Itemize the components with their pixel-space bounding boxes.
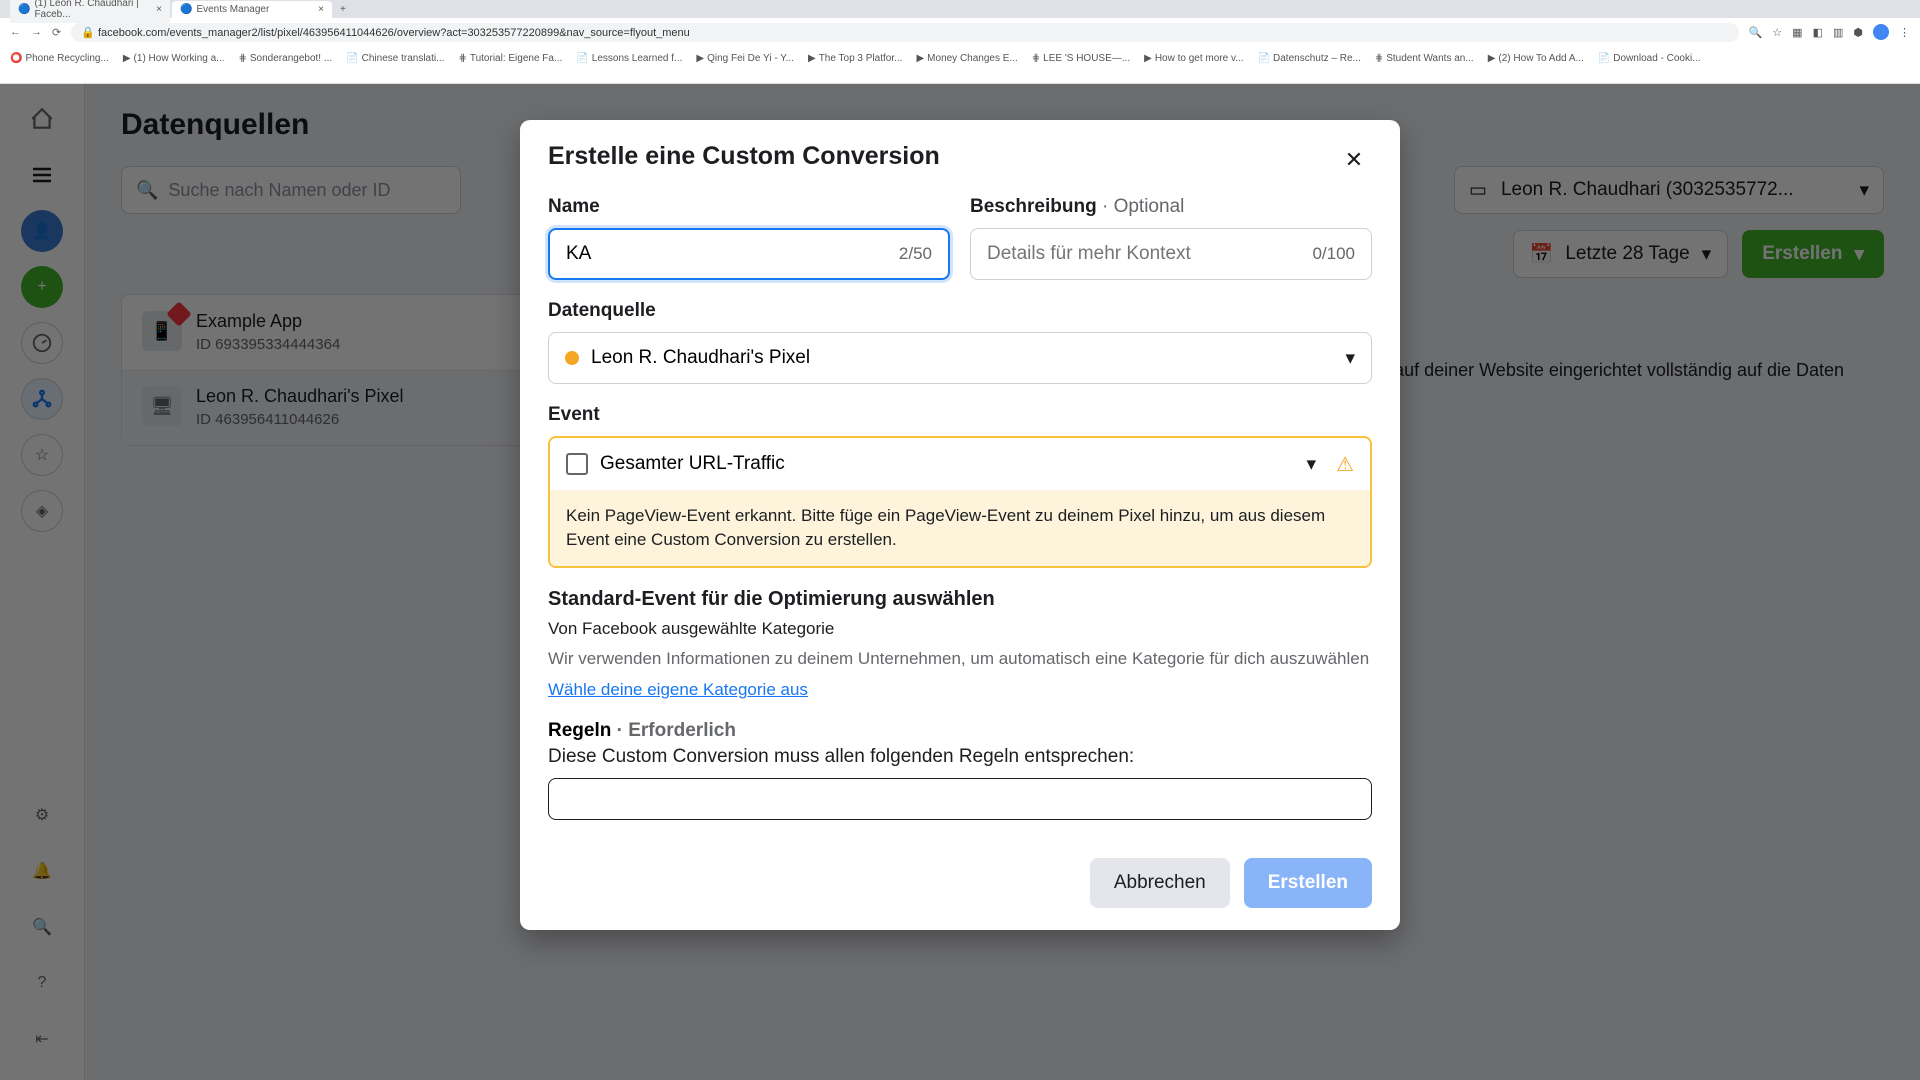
bookmark-item[interactable]: ▶ The Top 3 Platfor... <box>808 53 902 64</box>
forward-icon[interactable]: → <box>31 26 42 39</box>
star-icon[interactable]: ☆ <box>1772 26 1782 39</box>
tab-favicon: 🔵 <box>180 4 192 15</box>
modal-overlay: Erstelle eine Custom Conversion ✕ Name 2… <box>0 84 1920 1080</box>
bookmark-item[interactable]: ⋕ Student Wants an... <box>1375 53 1474 64</box>
bookmark-item[interactable]: ▶ (2) How To Add A... <box>1488 53 1584 64</box>
close-button[interactable]: ✕ <box>1336 142 1372 178</box>
back-icon[interactable]: ← <box>10 26 21 39</box>
bookmark-item[interactable]: ⋕ Sonderangebot! ... <box>239 53 333 64</box>
zoom-icon[interactable]: 🔍 <box>1749 26 1763 39</box>
event-selector[interactable]: Gesamter URL-Traffic ▾ ⚠ <box>550 438 1370 490</box>
event-value: Gesamter URL-Traffic <box>600 453 785 475</box>
desc-field[interactable] <box>987 243 1312 265</box>
extension-icon[interactable]: ◧ <box>1813 26 1823 39</box>
browser-tab-active[interactable]: 🔵 Events Manager × <box>172 1 332 18</box>
name-counter: 2/50 <box>899 244 932 264</box>
source-value: Leon R. Chaudhari's Pixel <box>591 347 810 369</box>
tab-favicon: 🔵 <box>18 4 30 15</box>
browser-tab[interactable]: 🔵 (1) Leon R. Chaudhari | Faceb... × <box>10 0 170 23</box>
optimization-title: Standard-Event für die Optimierung auswä… <box>548 588 1372 611</box>
create-button[interactable]: Erstellen <box>1244 858 1372 908</box>
bookmark-item[interactable]: 📄 Lessons Learned f... <box>576 53 682 64</box>
warning-icon: ⚠ <box>1336 452 1354 477</box>
rules-desc: Diese Custom Conversion muss allen folge… <box>548 746 1372 768</box>
profile-icon[interactable] <box>1873 24 1889 40</box>
app-content: 👤 + ☆ ◈ ⚙ 🔔 🔍 ? ⇤ Datenquellen 🔍 Suche n… <box>0 84 1920 1080</box>
facebook-icon[interactable]: ▦ <box>1792 26 1802 39</box>
optimization-subtitle: Von Facebook ausgewählte Kategorie <box>548 619 1372 639</box>
tab-title: (1) Leon R. Chaudhari | Faceb... <box>34 0 152 20</box>
optimization-desc: Wir verwenden Informationen zu deinem Un… <box>548 647 1372 671</box>
extension-icon[interactable]: ▥ <box>1833 26 1843 39</box>
bookmark-item[interactable]: 📄 Datenschutz – Re... <box>1258 53 1361 64</box>
rules-container[interactable] <box>548 778 1372 820</box>
extension-icon[interactable]: ⬢ <box>1853 26 1863 39</box>
close-icon[interactable]: × <box>318 4 324 15</box>
desc-counter: 0/100 <box>1312 244 1355 264</box>
bookmark-item[interactable]: ▶ How to get more v... <box>1144 53 1243 64</box>
rules-label: Regeln · Erforderlich <box>548 720 1372 742</box>
reload-icon[interactable]: ⟳ <box>52 26 61 39</box>
name-input[interactable]: 2/50 <box>548 228 950 280</box>
tab-bar: 🔵 (1) Leon R. Chaudhari | Faceb... × 🔵 E… <box>0 0 1920 18</box>
event-label: Event <box>548 404 1372 426</box>
browser-chrome: 🔵 (1) Leon R. Chaudhari | Faceb... × 🔵 E… <box>0 0 1920 84</box>
bookmark-bar: ⭕ Phone Recycling... ▶ (1) How Working a… <box>0 46 1920 70</box>
chevron-down-icon: ▾ <box>1307 453 1317 476</box>
menu-icon[interactable]: ⋮ <box>1899 26 1910 39</box>
modal-title: Erstelle eine Custom Conversion <box>548 142 940 178</box>
custom-conversion-modal: Erstelle eine Custom Conversion ✕ Name 2… <box>520 120 1400 930</box>
url-input[interactable]: 🔒 facebook.com/events_manager2/list/pixe… <box>71 23 1738 42</box>
url-text: facebook.com/events_manager2/list/pixel/… <box>98 27 690 39</box>
bookmark-item[interactable]: ⋕ Tutorial: Eigene Fa... <box>458 53 562 64</box>
desc-label: Beschreibung · Optional <box>970 196 1372 218</box>
event-warning: Kein PageView-Event erkannt. Bitte füge … <box>550 490 1370 566</box>
event-icon <box>566 453 588 475</box>
bookmark-item[interactable]: ▶ (1) How Working a... <box>123 53 225 64</box>
cancel-button[interactable]: Abbrechen <box>1090 858 1230 908</box>
address-bar: ← → ⟳ 🔒 facebook.com/events_manager2/lis… <box>0 18 1920 46</box>
bookmark-item[interactable]: ⭕ Phone Recycling... <box>10 53 109 64</box>
desc-input[interactable]: 0/100 <box>970 228 1372 280</box>
choose-category-link[interactable]: Wähle deine eigene Kategorie aus <box>548 680 808 699</box>
status-dot-icon <box>565 351 579 365</box>
close-icon[interactable]: × <box>156 4 162 15</box>
tab-title: Events Manager <box>196 4 269 15</box>
bookmark-item[interactable]: ⋕ LEE 'S HOUSE—... <box>1032 53 1130 64</box>
bookmark-item[interactable]: 📄 Download - Cooki... <box>1598 53 1701 64</box>
source-label: Datenquelle <box>548 300 1372 322</box>
chevron-down-icon: ▾ <box>1345 347 1355 370</box>
bookmark-item[interactable]: 📄 Chinese translati... <box>346 53 444 64</box>
name-label: Name <box>548 196 950 218</box>
bookmark-item[interactable]: ▶ Money Changes E... <box>916 53 1017 64</box>
new-tab-button[interactable]: + <box>334 2 352 17</box>
name-field[interactable] <box>566 243 899 265</box>
bookmark-item[interactable]: ▶ Qing Fei De Yi - Y... <box>696 53 794 64</box>
event-selector-wrap: Gesamter URL-Traffic ▾ ⚠ Kein PageView-E… <box>548 436 1372 568</box>
source-selector[interactable]: Leon R. Chaudhari's Pixel ▾ <box>548 332 1372 384</box>
